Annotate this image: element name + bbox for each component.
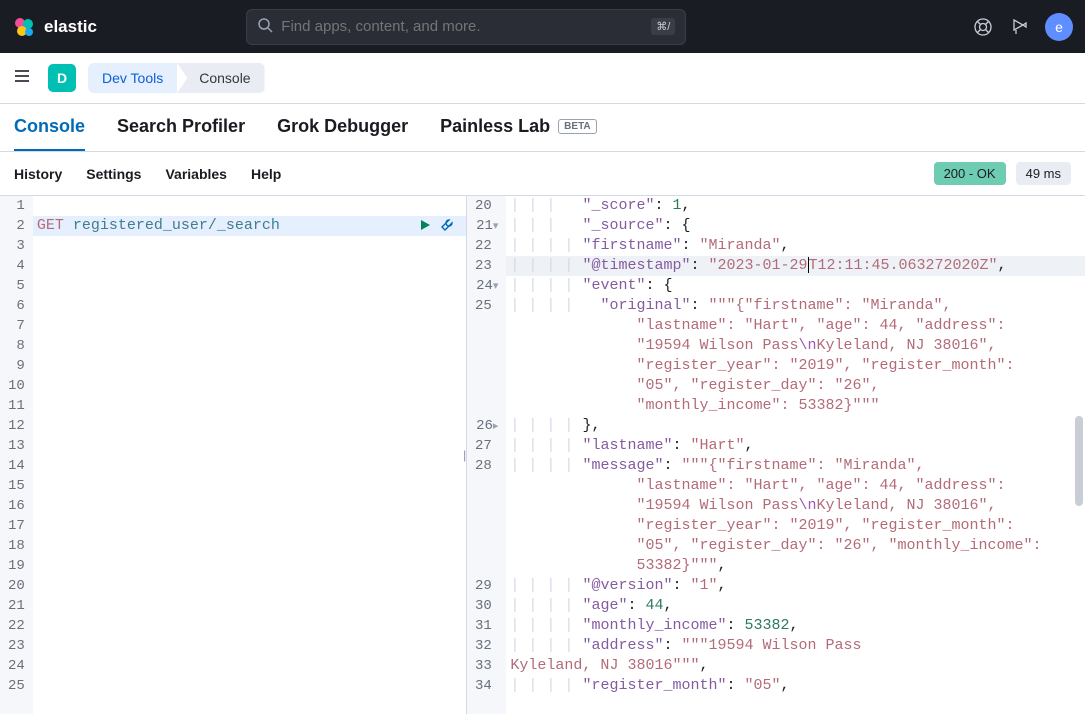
help-button[interactable]: Help xyxy=(251,166,281,182)
status-badge: 200 - OK xyxy=(934,162,1006,185)
devtools-tabs: Console Search Profiler Grok Debugger Pa… xyxy=(0,104,1085,152)
variables-button[interactable]: Variables xyxy=(165,166,227,182)
newsfeed-icon[interactable] xyxy=(1009,17,1029,37)
wrench-icon[interactable] xyxy=(440,218,456,234)
request-gutter: 1234567891011121314151617181920212223242… xyxy=(0,196,33,714)
search-icon xyxy=(257,17,273,36)
top-header: elastic ⌘/ e xyxy=(0,0,1085,53)
search-input[interactable] xyxy=(281,18,643,35)
response-gutter: 20 21▾22 23 24▾25 26▸27 28 29 30 31 32 3… xyxy=(467,196,506,714)
search-shortcut-badge: ⌘/ xyxy=(651,18,675,35)
tab-painless-lab[interactable]: Painless Lab BETA xyxy=(440,116,597,151)
nav-toggle-icon[interactable] xyxy=(12,66,36,90)
latency-badge: 49 ms xyxy=(1016,162,1071,185)
scrollbar-thumb[interactable] xyxy=(1075,416,1083,506)
brand-text: elastic xyxy=(44,17,97,37)
response-code[interactable]: | | | "_score": 1,| | | "_source": {| | … xyxy=(506,196,1085,714)
breadcrumb-row: D Dev Tools Console xyxy=(0,53,1085,104)
global-search[interactable]: ⌘/ xyxy=(246,9,686,45)
console-toolbar: History Settings Variables Help 200 - OK… xyxy=(0,152,1085,195)
brand-logo[interactable]: elastic xyxy=(12,15,97,39)
request-pane[interactable]: 1234567891011121314151617181920212223242… xyxy=(0,196,467,714)
request-code[interactable]: GET registered_user/_search xyxy=(33,196,466,714)
editor-split: || 1234567891011121314151617181920212223… xyxy=(0,195,1085,714)
space-badge[interactable]: D xyxy=(48,64,76,92)
response-pane[interactable]: 20 21▾22 23 24▾25 26▸27 28 29 30 31 32 3… xyxy=(467,196,1085,714)
breadcrumb: Dev Tools Console xyxy=(88,63,265,93)
play-icon[interactable] xyxy=(418,218,434,234)
tab-search-profiler[interactable]: Search Profiler xyxy=(117,116,245,151)
settings-button[interactable]: Settings xyxy=(86,166,141,182)
crumb-devtools[interactable]: Dev Tools xyxy=(88,63,177,93)
crumb-console: Console xyxy=(177,63,264,93)
tab-grok-debugger[interactable]: Grok Debugger xyxy=(277,116,408,151)
elastic-logo-icon xyxy=(12,15,36,39)
beta-badge: BETA xyxy=(558,119,596,134)
tab-console[interactable]: Console xyxy=(14,116,85,151)
user-avatar[interactable]: e xyxy=(1045,13,1073,41)
lifebuoy-icon[interactable] xyxy=(973,17,993,37)
history-button[interactable]: History xyxy=(14,166,62,182)
tab-painless-label: Painless Lab xyxy=(440,116,550,137)
